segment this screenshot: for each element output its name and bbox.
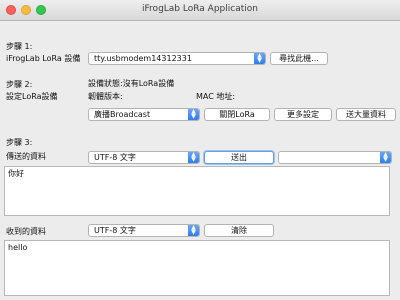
step2-heading: 步驟 2: (6, 80, 33, 89)
find-device-button[interactable]: 尋找此機... (270, 52, 328, 65)
send-encoding-select[interactable]: UTF-8 文字 ▲ ▼ (88, 151, 200, 164)
chevron-up-down-icon: ▲ ▼ (188, 152, 199, 163)
step1-heading: 步驟 1: (6, 42, 33, 51)
send-encoding-value: UTF-8 文字 (94, 153, 136, 162)
mac-label: MAC 地址: (196, 92, 236, 101)
clear-button[interactable]: 清除 (204, 224, 274, 237)
mode-select[interactable]: 廣播Broadcast ▲ ▼ (88, 108, 200, 121)
port-select-value: tty.usbmodem14312331 (94, 54, 192, 63)
close-lora-button[interactable]: 關閉LoRa (204, 108, 270, 121)
chevron-up-down-icon: ▲ ▼ (254, 53, 265, 64)
port-select[interactable]: tty.usbmodem14312331 ▲ ▼ (88, 52, 266, 65)
extra-select[interactable]: ▲ ▼ (278, 151, 392, 164)
firmware-label: 韌體版本: (88, 92, 123, 101)
device-label: iFrogLab LoRa 設備 (6, 54, 81, 63)
device-status-text: 設備狀態:沒有LoRa設備 (88, 79, 175, 88)
receive-encoding-select[interactable]: UTF-8 文字 ▲ ▼ (88, 224, 200, 237)
window-title: iFrogLab LoRa Application (142, 4, 258, 14)
send-textarea[interactable]: 你好 (4, 166, 390, 216)
chevron-up-down-icon: ▲ ▼ (380, 152, 391, 163)
mode-select-value: 廣播Broadcast (94, 110, 151, 119)
title-bar: iFrogLab LoRa Application (0, 0, 400, 21)
chevron-up-down-icon: ▲ ▼ (188, 225, 199, 236)
chevron-up-down-icon: ▲ ▼ (188, 109, 199, 120)
received-data-label: 收到的資料 (6, 227, 46, 236)
step2-subheading: 設定LoRa設備 (6, 92, 58, 101)
send-data-label: 傳送的資料 (6, 152, 46, 161)
step3-heading: 步驟 3: (6, 138, 33, 147)
app-window: iFrogLab LoRa Application 步驟 1: iFrogLab… (0, 0, 400, 300)
send-button[interactable]: 送出 (204, 151, 274, 164)
receive-textarea[interactable]: hello (4, 240, 390, 296)
receive-encoding-value: UTF-8 文字 (94, 226, 136, 235)
bulk-send-button[interactable]: 送大量資料 (336, 108, 396, 121)
more-settings-button[interactable]: 更多設定 (274, 108, 332, 121)
